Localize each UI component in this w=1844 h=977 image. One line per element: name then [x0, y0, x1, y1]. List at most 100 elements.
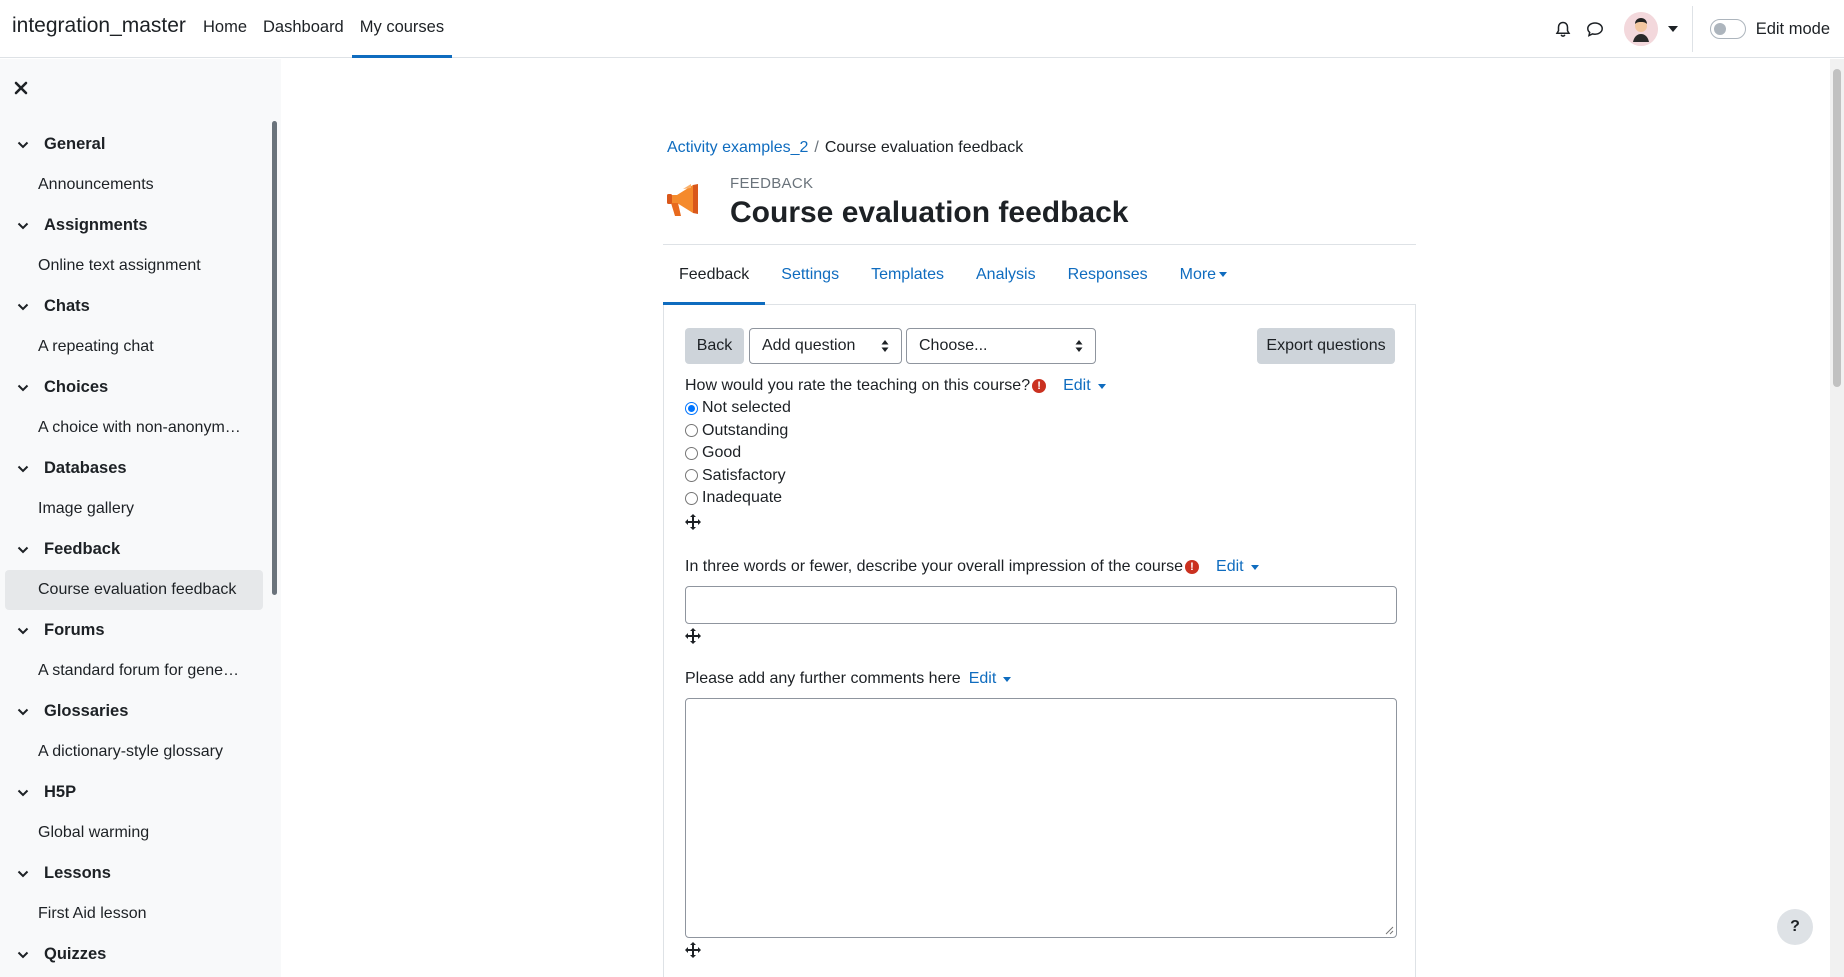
question-impression: In three words or fewer, describe your o… — [685, 556, 1397, 644]
tab-settings[interactable]: Settings — [765, 245, 855, 305]
chevron-down-icon[interactable] — [17, 303, 33, 311]
course-index-activity[interactable]: A standard forum for gene… — [5, 651, 263, 691]
edit-mode-label: Edit mode — [1755, 19, 1830, 38]
course-section-feedback[interactable]: Feedback — [5, 529, 263, 570]
breadcrumb: Activity examples_2 / Course evaluation fe… — [667, 139, 1023, 157]
move-arrows-icon[interactable] — [685, 942, 701, 958]
move-arrows-icon[interactable] — [685, 513, 701, 530]
course-index-activity[interactable]: Announcements — [5, 165, 263, 205]
course-index-activity[interactable]: A choice with non-anonym… — [5, 408, 263, 448]
course-section-h5p[interactable]: H5P — [5, 772, 263, 813]
question-comments: Please add any further comments here Edi… — [685, 668, 1397, 958]
course-index-activity[interactable]: A repeating chat — [5, 327, 263, 367]
chevron-down-icon[interactable] — [17, 627, 33, 635]
tab-templates[interactable]: Templates — [855, 245, 960, 305]
course-index-activity[interactable]: Image gallery — [5, 489, 263, 529]
course-section-assignments[interactable]: Assignments — [5, 205, 263, 246]
radio-button[interactable] — [685, 401, 698, 415]
chevron-down-icon[interactable] — [17, 546, 33, 554]
course-index-activity[interactable]: Course evaluation feedback — [5, 570, 263, 610]
question-edit-menu[interactable]: Edit — [969, 670, 1012, 688]
chevron-down-icon[interactable] — [17, 870, 33, 878]
help-button[interactable]: ? — [1777, 909, 1813, 945]
radio-button[interactable] — [685, 469, 698, 483]
tab-feedback[interactable]: Feedback — [663, 245, 766, 305]
nav-dashboard[interactable]: Dashboard — [255, 0, 352, 58]
page-title: Course evaluation feedback — [730, 196, 1129, 229]
chevron-down-icon[interactable] — [17, 951, 33, 959]
user-avatar[interactable] — [1623, 12, 1658, 46]
question-rating: How would you rate the teaching on this … — [685, 375, 1397, 530]
breadcrumb-separator: / — [814, 139, 819, 156]
question-text: In three words or fewer, describe your o… — [685, 558, 1184, 575]
page-scrollbar[interactable] — [1830, 59, 1844, 977]
breadcrumb-current: Course evaluation feedback — [824, 139, 1024, 156]
course-section-chats[interactable]: Chats — [5, 286, 263, 327]
question-label-row: In three words or fewer, describe your o… — [685, 556, 1397, 578]
radio-option[interactable]: Satisfactory — [685, 465, 1397, 488]
course-section-lessons[interactable]: Lessons — [5, 853, 263, 894]
move-arrows-icon[interactable] — [685, 628, 701, 644]
course-index-list: General Announcements Assignments Online te… — [5, 124, 263, 975]
course-section-choices[interactable]: Choices — [5, 367, 263, 408]
tab-more[interactable]: More — [1164, 245, 1243, 305]
radio-option[interactable]: Not selected — [685, 397, 1397, 420]
breadcrumb-course-link[interactable]: Activity examples_2 — [667, 139, 808, 156]
messages-chat-icon[interactable] — [1580, 14, 1610, 44]
radio-option[interactable]: Outstanding — [685, 420, 1397, 443]
page-scrollbar-thumb[interactable] — [1833, 69, 1841, 387]
rating-options: Not selected Outstanding Good Satisfactory I… — [685, 397, 1397, 510]
user-menu-chevron-down-icon[interactable] — [1667, 26, 1678, 32]
chevron-down-icon[interactable] — [17, 789, 33, 797]
edit-label: Edit — [1063, 377, 1091, 394]
comments-textarea[interactable] — [685, 698, 1397, 938]
drawer-scrollbar[interactable] — [272, 121, 277, 595]
edit-mode-toggle[interactable] — [1709, 19, 1746, 39]
radio-button[interactable] — [685, 446, 698, 460]
course-section-forums[interactable]: Forums — [5, 610, 263, 651]
chevron-down-icon[interactable] — [17, 465, 33, 473]
impression-text-field[interactable] — [685, 586, 1397, 624]
site-name[interactable]: integration_master — [12, 14, 186, 38]
chevron-down-icon[interactable] — [17, 141, 33, 149]
radio-button[interactable] — [685, 491, 698, 505]
radio-button[interactable] — [685, 424, 698, 438]
select-updown-icon — [1075, 340, 1083, 352]
close-drawer-icon[interactable] — [14, 79, 30, 95]
use-template-select[interactable]: Choose... — [906, 328, 1096, 364]
course-section-general[interactable]: General — [5, 124, 263, 165]
radio-option[interactable]: Good — [685, 442, 1397, 465]
back-button[interactable]: Back — [685, 328, 744, 364]
add-question-select[interactable]: Add question — [749, 328, 902, 364]
chevron-down-icon[interactable] — [17, 384, 33, 392]
resize-grip-icon[interactable] — [1384, 925, 1394, 935]
section-title: Glossaries — [44, 702, 129, 720]
course-section-quizzes[interactable]: Quizzes — [5, 934, 263, 975]
course-section-databases[interactable]: Databases — [5, 448, 263, 489]
notifications-bell-icon[interactable] — [1548, 14, 1578, 44]
radio-option[interactable]: Inadequate — [685, 487, 1397, 510]
course-index-activity[interactable]: Global warming — [5, 813, 263, 853]
chevron-down-icon[interactable] — [17, 222, 33, 230]
chevron-down-icon[interactable] — [17, 708, 33, 716]
tab-more-label: More — [1179, 266, 1217, 283]
secondary-navigation: Feedback Settings Templates Analysis Res… — [663, 245, 1416, 305]
tab-responses[interactable]: Responses — [1052, 245, 1164, 305]
chevron-down-icon — [1097, 383, 1106, 389]
radio-option-label: Outstanding — [702, 421, 789, 439]
question-label-row: How would you rate the teaching on this … — [685, 375, 1397, 397]
course-index-activity[interactable]: A dictionary-style glossary — [5, 732, 263, 772]
chevron-down-icon — [1219, 272, 1228, 278]
question-edit-menu[interactable]: Edit — [1063, 377, 1106, 395]
course-index-activity[interactable]: Online text assignment — [5, 246, 263, 286]
section-title: Lessons — [44, 864, 111, 882]
tab-analysis[interactable]: Analysis — [960, 245, 1052, 305]
question-label-row: Please add any further comments here Edi… — [685, 668, 1397, 690]
question-edit-menu[interactable]: Edit — [1216, 558, 1259, 576]
export-questions-button[interactable]: Export questions — [1257, 328, 1395, 364]
edit-label: Edit — [968, 670, 997, 687]
course-index-activity[interactable]: First Aid lesson — [5, 894, 263, 934]
course-section-glossaries[interactable]: Glossaries — [5, 691, 263, 732]
nav-my-courses[interactable]: My courses — [351, 0, 453, 58]
nav-home[interactable]: Home — [195, 0, 255, 58]
